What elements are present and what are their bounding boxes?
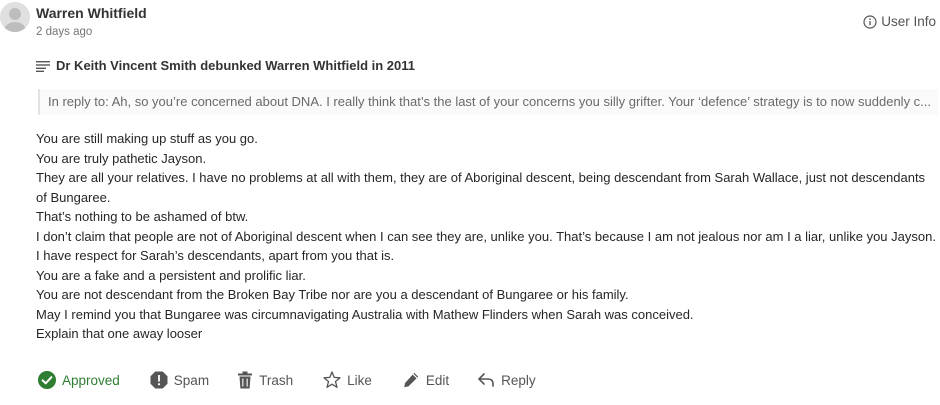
comment-timestamp: 2 days ago bbox=[36, 26, 93, 38]
in-reply-to-text: In reply to: Ah, so you’re concerned abo… bbox=[48, 94, 932, 109]
edit-label: Edit bbox=[425, 372, 450, 388]
avatar bbox=[0, 2, 30, 32]
approved-button[interactable]: Approved bbox=[38, 371, 120, 389]
comment-line: Explain that one away looser bbox=[36, 326, 203, 341]
comment-line: They are all your relatives. I have no p… bbox=[36, 170, 926, 205]
trash-button[interactable]: Trash bbox=[237, 371, 293, 389]
trash-label: Trash bbox=[259, 372, 294, 388]
in-reply-to-quote: In reply to: Ah, so you’re concerned abo… bbox=[38, 89, 938, 115]
comment-line: You are not descendant from the Broken B… bbox=[36, 287, 629, 302]
comment-line: You are truly pathetic Jayson. bbox=[36, 150, 207, 166]
trash-icon bbox=[237, 371, 253, 389]
edit-button[interactable]: Edit bbox=[402, 371, 449, 389]
post-title-link[interactable]: Dr Keith Vincent Smith debunked Warren W… bbox=[36, 58, 415, 73]
comment-line: May I remind you that Bungaree was circu… bbox=[36, 306, 694, 322]
user-info-link[interactable]: User Info bbox=[863, 14, 936, 29]
spam-button[interactable]: Spam bbox=[150, 371, 209, 389]
star-icon bbox=[323, 371, 341, 389]
reply-label: Reply bbox=[501, 372, 536, 388]
reply-button[interactable]: Reply bbox=[477, 371, 536, 389]
approved-label: Approved bbox=[62, 372, 120, 388]
like-label: Like bbox=[347, 372, 372, 388]
comment-body: You are still making up stuff as you go.… bbox=[36, 129, 936, 344]
user-info-label: User Info bbox=[881, 14, 936, 29]
pencil-icon bbox=[402, 371, 420, 389]
check-circle-icon bbox=[38, 371, 56, 389]
spam-alert-icon bbox=[150, 371, 168, 389]
comment-author[interactable]: Warren Whitfield bbox=[36, 5, 147, 21]
like-button[interactable]: Like bbox=[323, 371, 372, 389]
comment-line: That’s nothing to be ashamed of btw. bbox=[36, 209, 249, 224]
comment-line: You are a fake and a persistent and prol… bbox=[36, 267, 306, 283]
info-circle-icon bbox=[863, 14, 877, 29]
post-lines-icon bbox=[36, 60, 50, 72]
post-title: Dr Keith Vincent Smith debunked Warren W… bbox=[56, 58, 416, 73]
comment-actions: Approved Spam Trash Like Edit Reply bbox=[38, 371, 536, 389]
comment-line: You are still making up stuff as you go. bbox=[36, 131, 258, 146]
comment-line: I have respect for Sarah’s descendants, … bbox=[36, 248, 395, 263]
comment-line: I don’t claim that people are not of Abo… bbox=[36, 228, 936, 244]
reply-arrow-icon bbox=[477, 371, 495, 389]
spam-label: Spam bbox=[173, 372, 210, 388]
